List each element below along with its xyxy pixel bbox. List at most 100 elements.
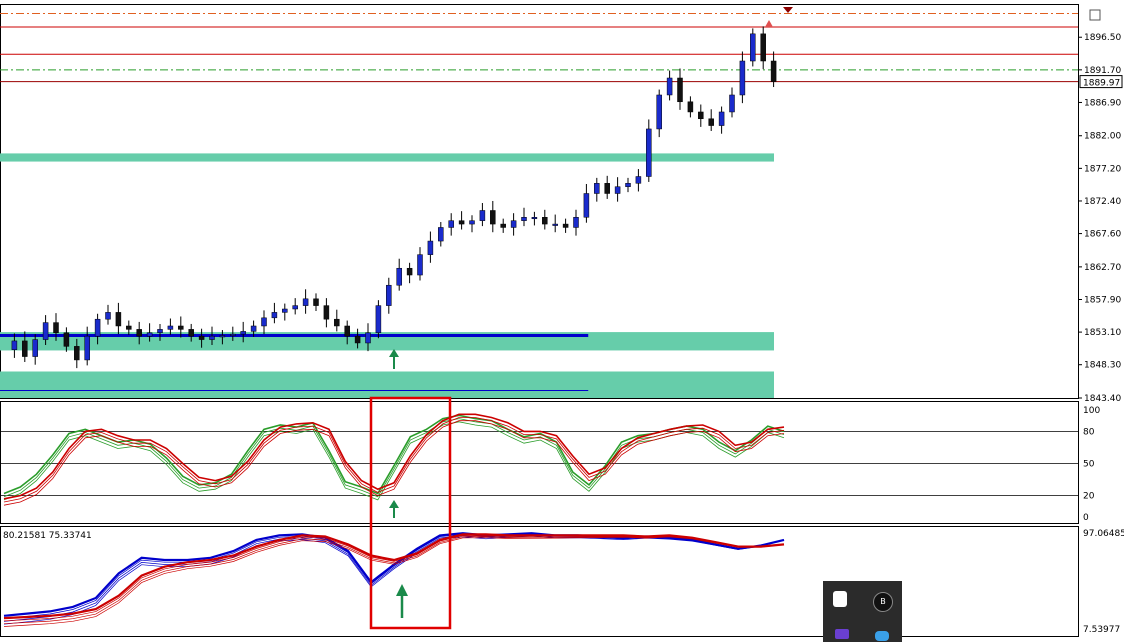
candle-body	[167, 325, 174, 330]
price-tick-label: 1848.30	[1084, 361, 1121, 371]
candle-body	[240, 331, 246, 335]
stoch-tick-label: 20	[1083, 492, 1095, 502]
candle-body	[282, 308, 288, 313]
price-tick-label: 1857.90	[1084, 295, 1121, 305]
candle-body	[562, 223, 569, 228]
indicator-values-header: 80.21581 75.33741	[3, 531, 92, 541]
price-tick-label: 1882.00	[1084, 132, 1121, 142]
candle-body	[739, 60, 746, 96]
candle-body	[635, 176, 642, 184]
trading-chart[interactable]: 1896.50 1891.70 1886.90 1882.00 1877.20 1872.…	[0, 0, 1124, 642]
candle-body	[302, 298, 309, 306]
candle-body	[417, 254, 423, 276]
candle-body	[365, 332, 371, 344]
candle-body	[209, 335, 215, 340]
stoch-tick-label: 80	[1083, 427, 1095, 437]
candle-body	[625, 183, 631, 187]
candle-body	[386, 284, 392, 306]
price-tick-label: 1862.70	[1084, 263, 1121, 273]
candle-body	[573, 217, 579, 228]
candle-body	[115, 312, 122, 327]
candle-body	[375, 305, 382, 334]
candle-body	[656, 94, 662, 130]
price-tick-label: 1886.90	[1084, 98, 1121, 108]
stoch-tick-label: 100	[1083, 406, 1100, 416]
price-tick-label: 1853.10	[1084, 328, 1121, 338]
candle-body	[32, 339, 38, 357]
candle-body	[74, 346, 80, 361]
candle-body	[396, 267, 402, 286]
candle-body	[53, 322, 59, 334]
candle-body	[479, 210, 486, 221]
candle-body	[552, 223, 558, 226]
candle-body	[63, 332, 70, 347]
candle-body	[22, 340, 28, 357]
candle-body	[510, 220, 517, 228]
cloud-icon[interactable]	[875, 631, 889, 641]
candle-body	[666, 77, 673, 96]
candle-body	[594, 183, 600, 194]
stoch-tick-label: 0	[1083, 513, 1089, 523]
indicator-tick-label: 97.06485	[1083, 529, 1124, 539]
candle-body	[271, 312, 278, 319]
candle-body	[292, 305, 298, 310]
candle-body	[178, 325, 184, 330]
candle-body	[323, 305, 330, 320]
candle-body	[531, 217, 538, 220]
candle-body	[770, 60, 777, 82]
candle-body	[427, 240, 434, 255]
system-tray-popup[interactable]: B	[823, 581, 902, 642]
candle-body	[188, 329, 194, 337]
price-tick-label: 1891.70	[1084, 66, 1121, 76]
candle-body	[406, 267, 413, 276]
candle-body	[708, 118, 714, 126]
candle-body	[729, 94, 735, 113]
candle-body	[490, 210, 496, 225]
candle-body	[583, 193, 590, 218]
candle-body	[146, 332, 153, 337]
candle-body	[219, 335, 226, 338]
candle-body	[604, 183, 610, 194]
candle-body	[542, 217, 548, 225]
candle-body	[313, 298, 319, 306]
candle-body	[646, 128, 652, 177]
candle-body	[438, 227, 444, 242]
candle-body	[458, 220, 465, 225]
candle-body	[344, 325, 350, 337]
candle-body	[198, 335, 205, 340]
stoch-tick-label: 50	[1083, 460, 1095, 470]
window-checkbox-icon[interactable]	[1089, 9, 1101, 21]
candle-body	[718, 111, 725, 126]
current-price-label: 1889.97	[1083, 79, 1120, 89]
candle-body	[84, 335, 90, 361]
candle-body	[469, 220, 475, 225]
candle-body	[334, 318, 340, 327]
candle-body	[521, 217, 527, 221]
candle-body	[126, 325, 132, 330]
candle-body	[614, 186, 621, 194]
price-tick-label: 1843.40	[1084, 394, 1121, 404]
candle-body	[11, 340, 18, 351]
support-zone-0	[0, 153, 774, 162]
candle-body	[250, 325, 257, 332]
candle-body	[136, 329, 142, 337]
price-tick-label: 1872.40	[1084, 197, 1121, 207]
candle-body	[354, 335, 361, 344]
app-badge-icon[interactable]: B	[873, 592, 893, 612]
candle-body	[677, 77, 683, 103]
candle-body	[760, 33, 766, 62]
price-tick-label: 1867.60	[1084, 230, 1121, 240]
candle-body	[687, 101, 694, 113]
feather-icon[interactable]	[835, 629, 849, 639]
candle-body	[105, 312, 111, 320]
price-tick-label: 1896.50	[1084, 33, 1121, 43]
shield-icon[interactable]	[833, 591, 847, 607]
candle-body	[94, 318, 101, 337]
support-zone-2	[0, 371, 774, 398]
candle-body	[698, 111, 704, 120]
candle-body	[42, 322, 49, 340]
candle-body	[500, 223, 506, 228]
candle-body	[230, 333, 236, 336]
indicator-tick-label: 7.53977	[1083, 625, 1120, 635]
candle-body	[448, 220, 454, 228]
